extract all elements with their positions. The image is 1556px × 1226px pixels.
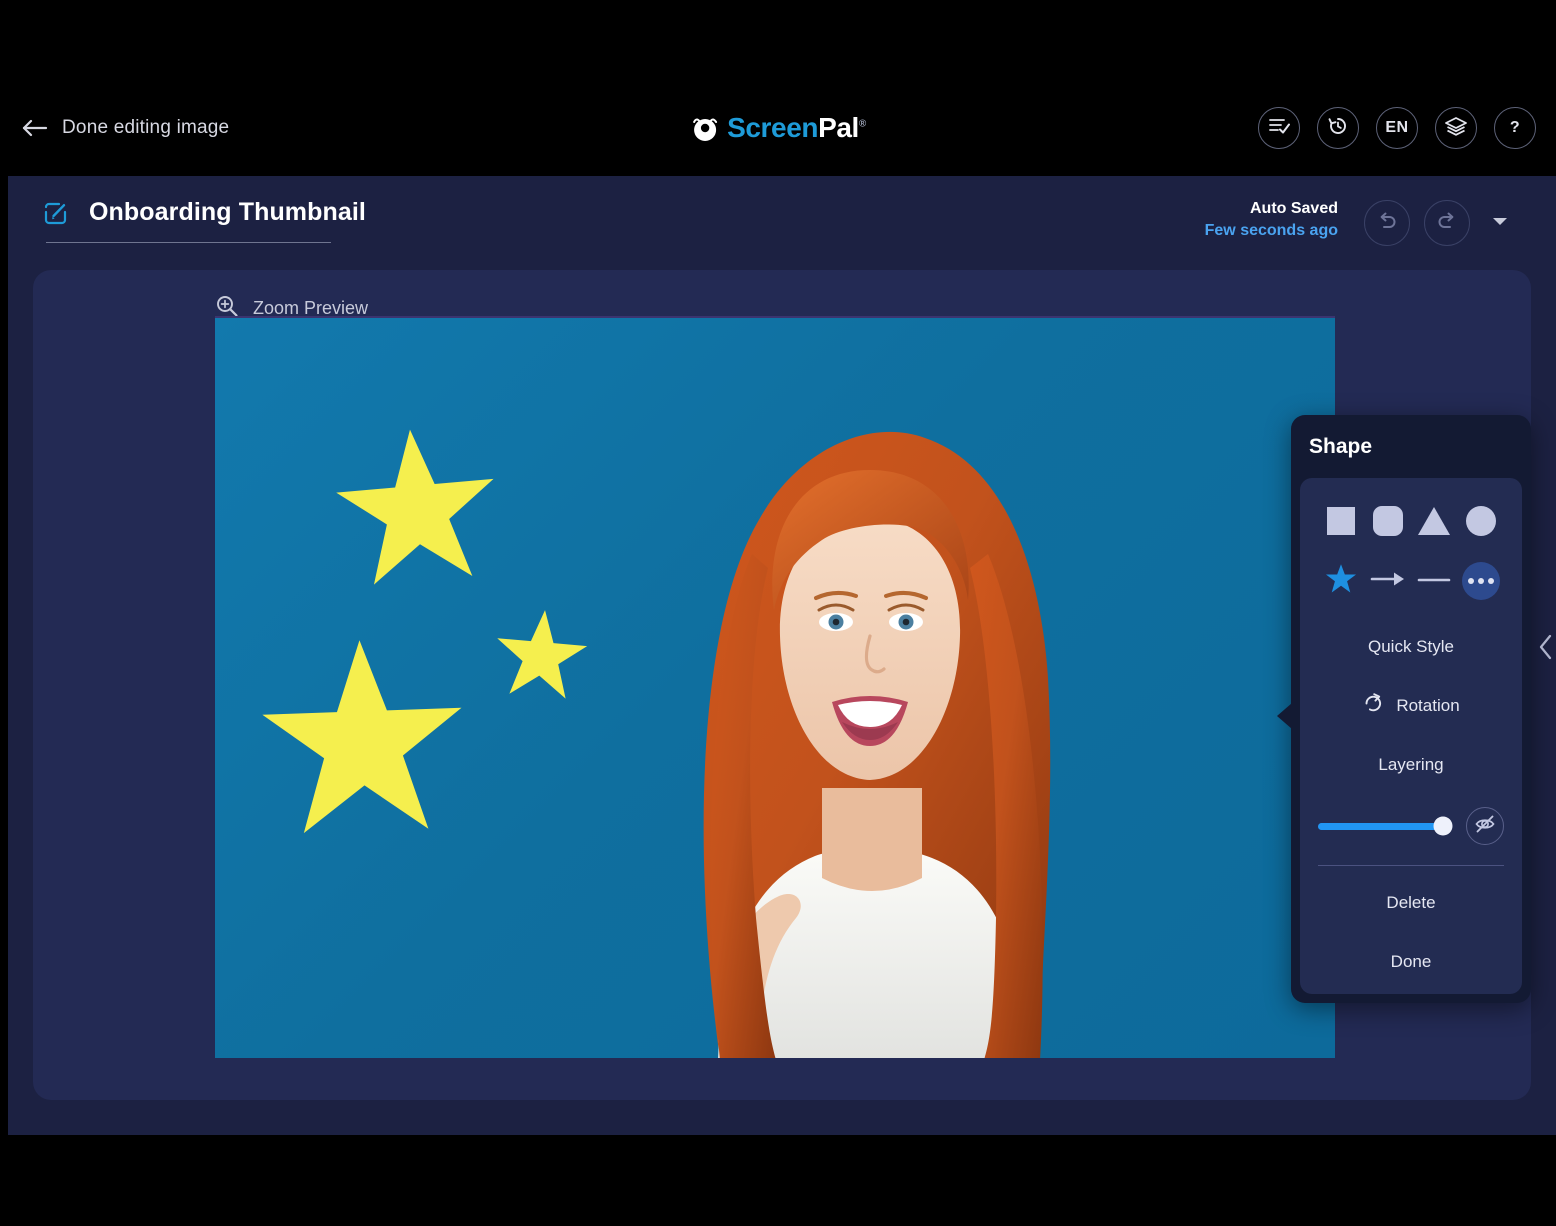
edit-pencil-icon[interactable] xyxy=(43,200,69,226)
shape-triangle-button[interactable] xyxy=(1413,502,1455,540)
eye-off-icon xyxy=(1474,814,1496,839)
shape-panel-divider xyxy=(1318,865,1504,866)
shape-circle-button[interactable] xyxy=(1460,502,1502,540)
help-button[interactable]: ? xyxy=(1494,107,1536,149)
autosave-status-label: Auto Saved xyxy=(1249,200,1338,217)
redo-button[interactable] xyxy=(1424,200,1470,246)
square-icon xyxy=(1327,507,1356,535)
shape-arrow-button[interactable] xyxy=(1367,562,1409,600)
screenpal-logo[interactable]: ScreenPal® xyxy=(690,112,866,144)
shape-panel-pointer xyxy=(1277,703,1292,729)
rounded-square-icon xyxy=(1372,506,1403,536)
layering-label: Layering xyxy=(1378,754,1444,774)
history-icon xyxy=(1327,115,1349,142)
logo-registered-mark: ® xyxy=(858,118,866,130)
screenpal-logo-icon xyxy=(690,113,720,143)
star-large-upper-left[interactable] xyxy=(326,419,508,601)
delete-label: Delete xyxy=(1386,892,1436,912)
layers-icon xyxy=(1444,115,1468,142)
autosave-time-label: Few seconds ago xyxy=(1204,222,1338,239)
language-button[interactable]: EN xyxy=(1376,107,1418,149)
shape-star-button[interactable] xyxy=(1320,562,1362,600)
visibility-toggle-button[interactable] xyxy=(1466,807,1504,845)
redo-icon xyxy=(1435,210,1459,237)
chevron-down-icon xyxy=(1490,215,1510,232)
portrait-photo[interactable] xyxy=(570,318,1090,1058)
screenpal-logo-text: ScreenPal® xyxy=(727,112,866,144)
top-toolbar: Done editing image ScreenPal® EN ? xyxy=(0,80,1556,176)
done-label: Done xyxy=(1390,951,1432,971)
shape-rounded-square-button[interactable] xyxy=(1367,502,1409,540)
opacity-slider-knob[interactable] xyxy=(1433,816,1453,836)
rotate-cw-icon xyxy=(1362,692,1384,719)
star-large-lower-left[interactable] xyxy=(253,632,472,851)
image-canvas[interactable] xyxy=(215,316,1335,1058)
document-title-text: Onboarding Thumbnail xyxy=(89,198,366,226)
more-dots-icon xyxy=(1461,562,1500,600)
opacity-slider-fill xyxy=(1318,822,1443,830)
help-icon: ? xyxy=(1509,119,1521,136)
document-title-row: Onboarding Thumbnail Auto Saved Few seco… xyxy=(8,176,1556,270)
done-editing-image-label: Done editing image xyxy=(62,117,230,138)
checklist-icon xyxy=(1268,116,1290,141)
arrow-right-icon xyxy=(1370,569,1406,594)
chevron-left-icon xyxy=(1538,634,1554,665)
shape-panel-title: Shape xyxy=(1309,435,1373,458)
undo-redo-group xyxy=(1364,200,1516,246)
quick-style-button[interactable]: Quick Style xyxy=(1318,624,1504,669)
layers-button[interactable] xyxy=(1435,107,1477,149)
star-icon xyxy=(1325,563,1357,600)
shape-picker-grid xyxy=(1318,502,1504,600)
line-icon xyxy=(1417,572,1451,590)
circle-icon xyxy=(1465,506,1496,536)
shape-line-button[interactable] xyxy=(1413,562,1455,600)
undo-icon xyxy=(1375,210,1399,237)
shape-panel: Shape Quick Style Rotation Layering Dele… xyxy=(1277,415,1531,1003)
top-toolbar-icons: EN ? xyxy=(1258,107,1536,149)
checklist-button[interactable] xyxy=(1258,107,1300,149)
undo-button[interactable] xyxy=(1364,200,1410,246)
panel-collapse-button[interactable] xyxy=(1538,633,1554,666)
shape-panel-body: Quick Style Rotation Layering Delete Don… xyxy=(1300,478,1522,994)
rotation-button[interactable]: Rotation xyxy=(1318,683,1504,728)
app-body: Onboarding Thumbnail Auto Saved Few seco… xyxy=(8,176,1556,1135)
done-editing-image-button[interactable]: Done editing image xyxy=(22,117,229,139)
history-dropdown-button[interactable] xyxy=(1484,208,1516,239)
triangle-icon xyxy=(1418,507,1451,535)
delete-button[interactable]: Delete xyxy=(1318,880,1504,925)
document-title-underline xyxy=(46,242,331,243)
language-label: EN xyxy=(1385,119,1409,136)
document-title-group[interactable]: Onboarding Thumbnail xyxy=(43,198,366,227)
app-stage: Done editing image ScreenPal® EN ? Onboa… xyxy=(0,0,1556,1226)
opacity-row xyxy=(1318,807,1504,845)
arrow-left-icon xyxy=(22,118,48,138)
logo-text-part2: Pal xyxy=(818,112,859,143)
rotation-label: Rotation xyxy=(1396,695,1460,715)
autosave-status: Auto Saved Few seconds ago xyxy=(1205,200,1338,240)
history-button[interactable] xyxy=(1317,107,1359,149)
quick-style-label: Quick Style xyxy=(1368,636,1454,656)
done-button[interactable]: Done xyxy=(1318,939,1504,984)
shape-more-button[interactable] xyxy=(1460,562,1502,600)
opacity-slider[interactable] xyxy=(1318,816,1453,836)
shape-square-button[interactable] xyxy=(1320,502,1362,540)
layering-button[interactable]: Layering xyxy=(1318,742,1504,787)
logo-text-part1: Screen xyxy=(727,112,819,143)
